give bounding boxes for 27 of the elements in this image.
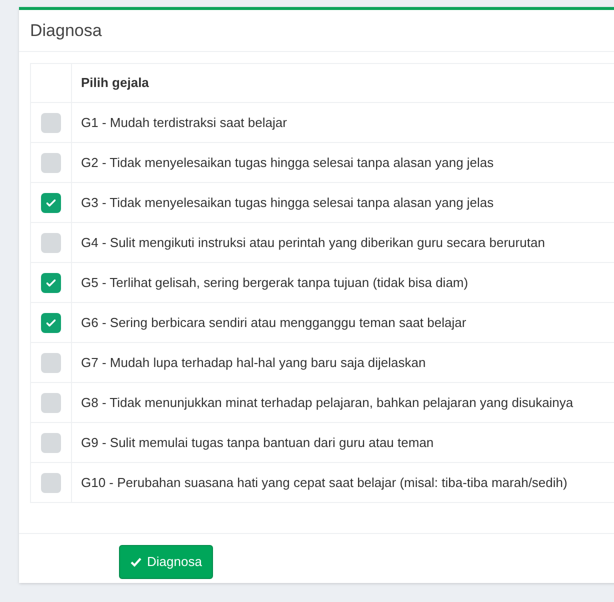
checkmark-icon: [45, 196, 57, 209]
symptom-checkbox[interactable]: [41, 192, 61, 213]
symptom-checkbox[interactable]: [41, 312, 61, 333]
table-cell: G5 - Terlihat gelisah, sering bergerak tanpa tujuan (tidak bisa diam): [72, 262, 614, 302]
symptom-checkbox[interactable]: [41, 472, 61, 493]
table-cell: G7 - Mudah lupa terhadap hal-hal yang baru saja dijelaskan: [72, 342, 614, 382]
table-cell: G9 - Sulit memulai tugas tanpa bantuan dari guru atau teman: [72, 422, 614, 462]
symptom-checkbox[interactable]: [41, 392, 61, 413]
table-cell: G3 - Tidak menyelesaikan tugas hingga selesai tanpa alasan yang jelas: [72, 182, 614, 222]
symptom-checkbox[interactable]: [41, 352, 61, 373]
table-cell: G1 - Mudah terdistraksi saat belajar: [72, 102, 614, 142]
symptom-checkbox[interactable]: [41, 232, 61, 253]
symptom-checkbox[interactable]: [41, 152, 61, 173]
card-title: Diagnosa: [30, 20, 102, 42]
table-cell: G6 - Sering berbicara sendiri atau mengganggu teman saat belajar: [72, 302, 614, 342]
table-cell: G8 - Tidak menunjukkan minat terhadap pelajaran, bahkan pelajaran yang disukainya: [72, 382, 614, 422]
diagnosa-button[interactable]: Diagnosa: [119, 545, 213, 579]
table-cell: G4 - Sulit mengikuti instruksi atau perintah yang diberikan guru secara berurutan: [72, 222, 614, 262]
symptom-checkbox[interactable]: [41, 272, 61, 293]
symptom-checkbox[interactable]: [41, 432, 61, 453]
table-cell: G2 - Tidak menyelesaikan tugas hingga selesai tanpa alasan yang jelas: [72, 142, 614, 182]
check-icon: [130, 556, 142, 568]
column-header: Pilih gejala: [72, 64, 614, 102]
checkmark-icon: [45, 316, 57, 329]
table-cell: G10 - Perubahan suasana hati yang cepat saat belajar (misal: tiba-tiba marah/sedih): [72, 462, 614, 502]
symptom-checkbox[interactable]: [41, 112, 61, 133]
checkmark-icon: [45, 276, 57, 289]
